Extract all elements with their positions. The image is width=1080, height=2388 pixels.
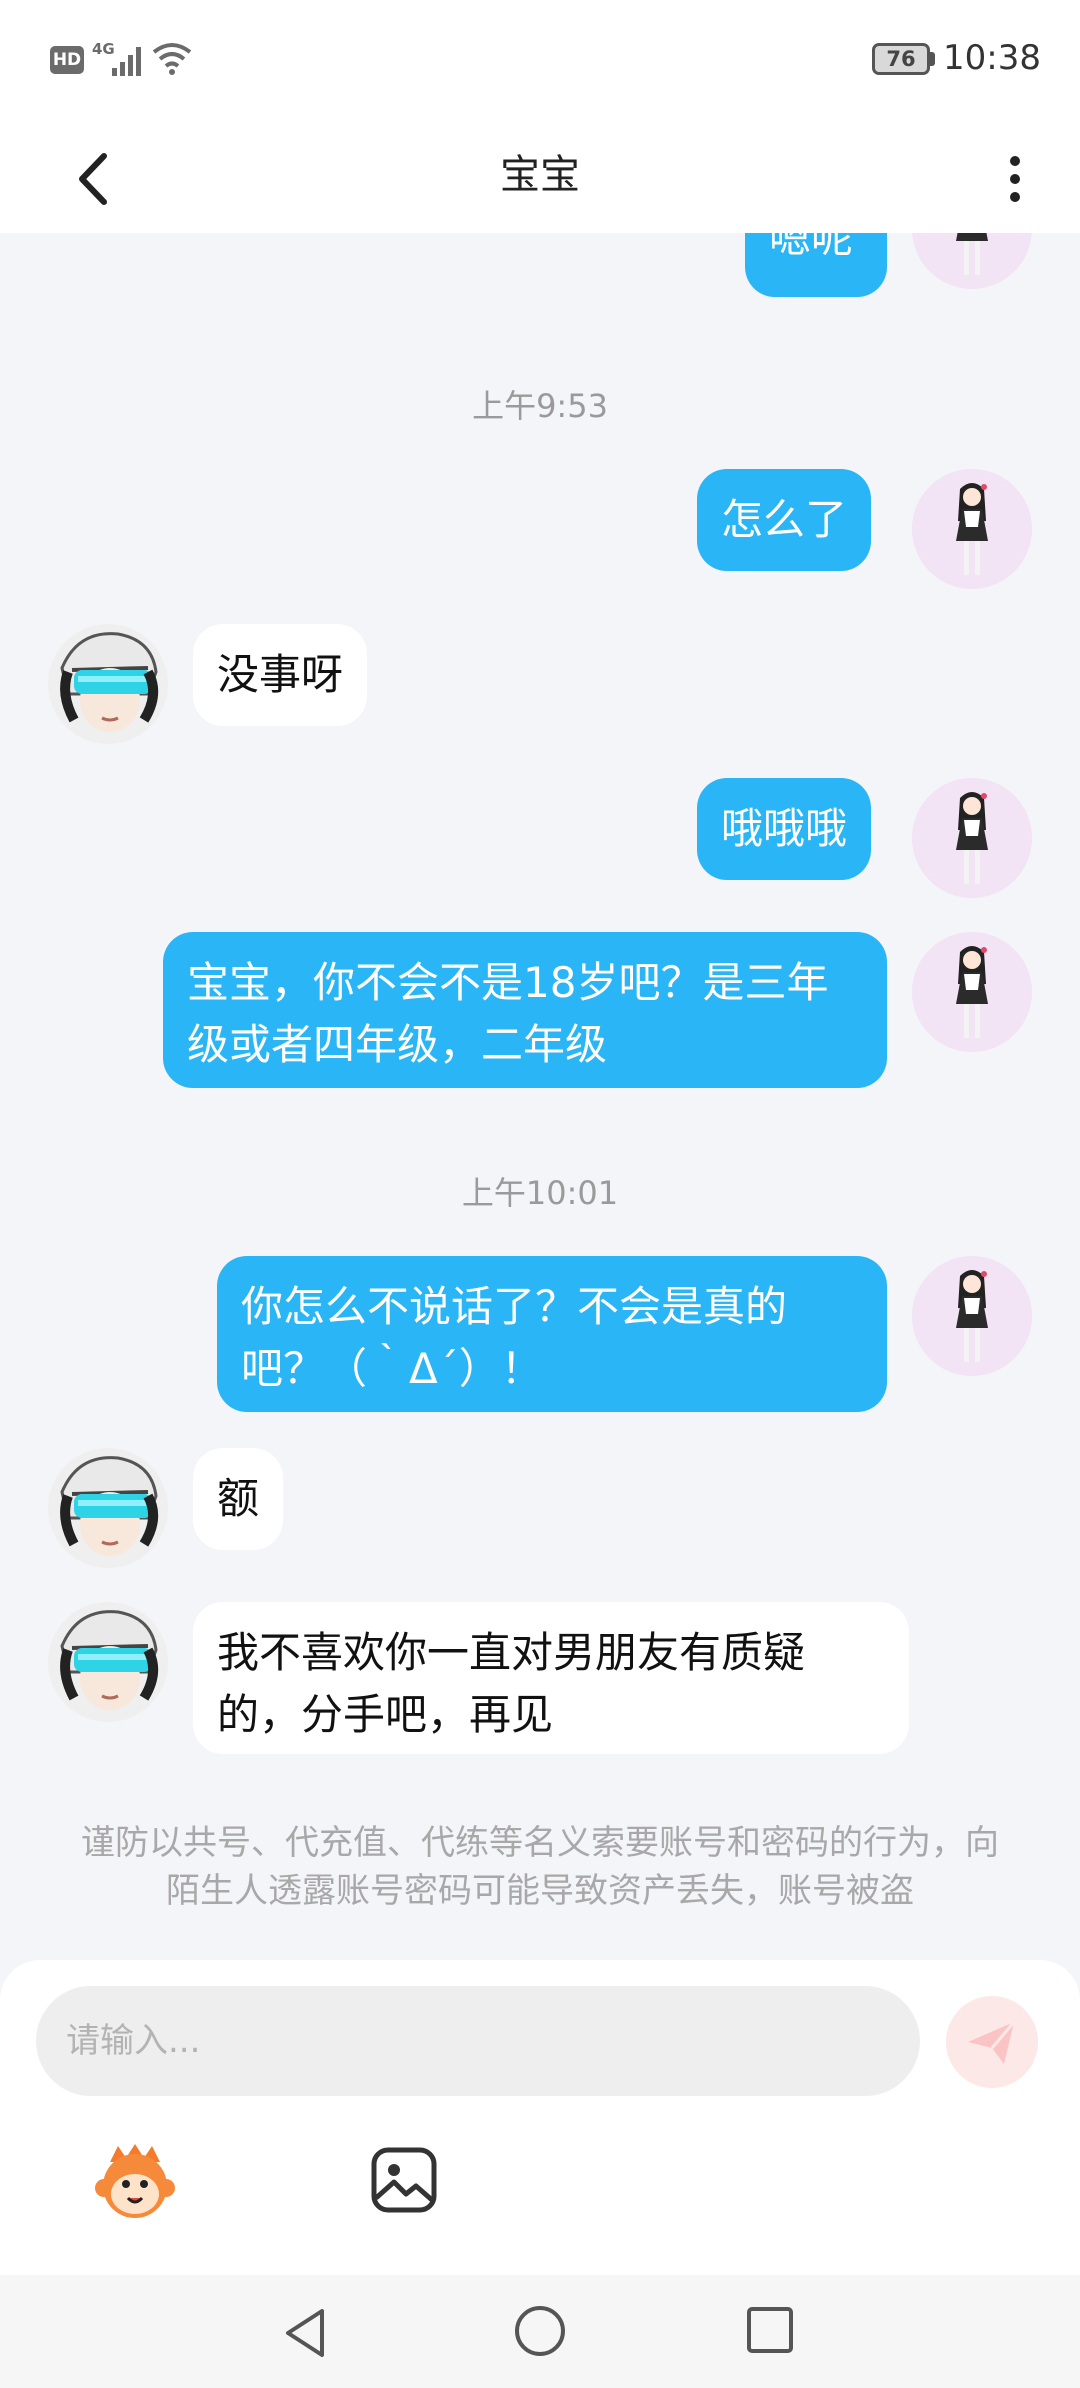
chat-header: 宝宝: [0, 120, 1080, 233]
nav-home-icon[interactable]: [512, 2303, 568, 2359]
more-vertical-icon[interactable]: [995, 134, 1035, 224]
message-bubble-them[interactable]: 我不喜欢你一直对男朋友有质疑的，分手吧，再见: [193, 1602, 909, 1754]
signal-icon: [112, 47, 141, 76]
contact-avatar[interactable]: [48, 624, 168, 744]
message-timestamp: 上午9:53: [472, 387, 608, 425]
message-bubble-them[interactable]: 额: [193, 1448, 284, 1550]
input-panel: [0, 1960, 1080, 2275]
my-avatar[interactable]: [912, 932, 1032, 1052]
message-input[interactable]: [36, 1986, 920, 2096]
image-icon[interactable]: [370, 2146, 438, 2214]
message-bubble-me[interactable]: 怎么了: [697, 469, 872, 571]
system-nav-bar: [0, 2275, 1080, 2388]
message-bubble-me[interactable]: 嗯呢: [745, 233, 887, 297]
contact-avatar[interactable]: [48, 1602, 168, 1722]
message-bubble-me[interactable]: 宝宝，你不会不是18岁吧？是三年级或者四年级，二年级: [163, 932, 887, 1088]
hd-badge: HD: [50, 46, 84, 74]
nav-back-icon[interactable]: [278, 2303, 338, 2363]
status-time: 10:38: [943, 38, 1041, 78]
battery-icon: 76: [872, 43, 930, 75]
battery-tip: [930, 52, 935, 66]
emoji-icon[interactable]: [90, 2140, 180, 2220]
message-bubble-them[interactable]: 没事呀: [193, 624, 368, 726]
my-avatar[interactable]: [912, 778, 1032, 898]
send-icon: [968, 2021, 1016, 2064]
security-notice: 谨防以共号、代充值、代练等名义索要账号和密码的行为，向陌生人透露账号密码可能导致…: [81, 1823, 999, 1911]
message-bubble-me[interactable]: 哦哦哦: [697, 778, 872, 880]
message-bubble-me[interactable]: 你怎么不说话了？不会是真的吧？（｀Δ´）！: [217, 1256, 887, 1412]
wifi-icon: [152, 43, 192, 75]
my-avatar[interactable]: [912, 469, 1032, 589]
nav-recents-icon[interactable]: [745, 2305, 795, 2355]
my-avatar[interactable]: [912, 233, 1032, 289]
status-bar: HD 4G 76 10:38: [0, 0, 1080, 120]
my-avatar[interactable]: [912, 1256, 1032, 1376]
chat-message-list[interactable]: 嗯呢 上午9:53 怎么了 没事呀 哦哦哦 宝宝，你不会不是18岁吧？是三年级或…: [0, 233, 1080, 1960]
contact-avatar[interactable]: [48, 1448, 168, 1568]
send-button[interactable]: [946, 1996, 1038, 2088]
message-timestamp: 上午10:01: [461, 1174, 619, 1212]
page-title: 宝宝: [500, 152, 580, 198]
